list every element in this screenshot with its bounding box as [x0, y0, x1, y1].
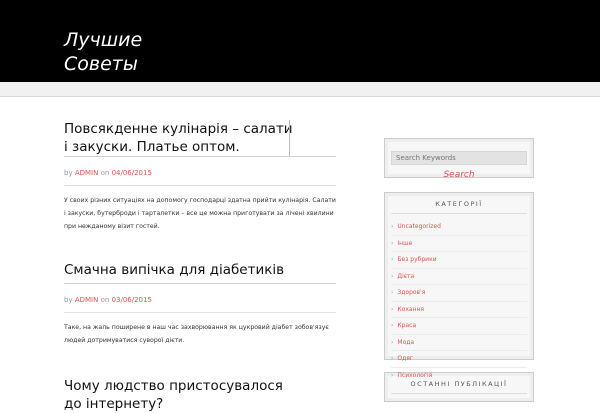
categories-widget: КАТЕГОРІЇ Uncategorized Інше Без рубрики…: [384, 192, 534, 384]
category-item[interactable]: Без рубрики: [391, 252, 527, 269]
search-widget: Search: [384, 138, 534, 181]
category-item[interactable]: Інше: [391, 236, 527, 252]
post-author-link[interactable]: ADMIN: [75, 296, 99, 304]
site-title[interactable]: Лучшие Советы: [64, 28, 204, 76]
sidebar: Search КАТЕГОРІЇ Uncategorized Інше Без …: [384, 138, 534, 402]
category-item[interactable]: Мода: [391, 335, 527, 351]
meta-by: by: [64, 169, 73, 177]
category-item[interactable]: Краса: [391, 318, 527, 335]
post-date-link[interactable]: 03/06/2015: [112, 296, 152, 304]
category-item[interactable]: Дієта: [391, 269, 527, 285]
nav-bar: [0, 82, 600, 97]
post-meta: by ADMIN on 04/06/2015: [64, 169, 336, 177]
search-input[interactable]: [391, 151, 527, 165]
post: Смачна випічка для діабетиків by ADMIN o…: [64, 261, 336, 347]
post-title[interactable]: Повсякденне кулінарія – салати і закуски…: [64, 120, 336, 156]
main-content: Повсякденне кулінарія – салати і закуски…: [64, 96, 336, 413]
post-meta: by ADMIN on 03/06/2015: [64, 296, 336, 304]
search-button[interactable]: Search: [437, 169, 480, 181]
meta-on: on: [100, 296, 110, 304]
category-list: Uncategorized Інше Без рубрики Дієта Здо…: [391, 219, 527, 384]
post-author-link[interactable]: ADMIN: [75, 169, 99, 177]
post-title-wrap: Смачна випічка для діабетиків: [64, 261, 336, 284]
category-item[interactable]: Кохання: [391, 302, 527, 318]
category-item[interactable]: Uncategorized: [391, 219, 527, 236]
post: Повсякденне кулінарія – салати і закуски…: [64, 120, 336, 233]
categories-title: КАТЕГОРІЇ: [391, 197, 527, 214]
post-title[interactable]: Чому людство пристосувалося до інтернету…: [64, 377, 336, 413]
category-item[interactable]: Одяг: [391, 351, 527, 368]
meta-by: by: [64, 296, 73, 304]
meta-on: on: [100, 169, 110, 177]
site-header: Лучшие Советы: [0, 0, 600, 82]
category-item[interactable]: Здоров'я: [391, 285, 527, 302]
post: Чому людство пристосувалося до інтернету…: [64, 377, 336, 413]
post-date-link[interactable]: 04/06/2015: [112, 169, 152, 177]
post-excerpt: Таке, на жаль поширене в наш час захворю…: [64, 312, 336, 347]
post-excerpt: У своих різних ситуаціях на допомогу гос…: [64, 185, 336, 233]
post-title-wrap: Повсякденне кулінарія – салати і закуски…: [64, 120, 336, 157]
recent-posts-title: ОСТАННІ ПУБЛІКАЦІЇ: [391, 377, 527, 394]
post-title[interactable]: Смачна випічка для діабетиків: [64, 261, 336, 279]
